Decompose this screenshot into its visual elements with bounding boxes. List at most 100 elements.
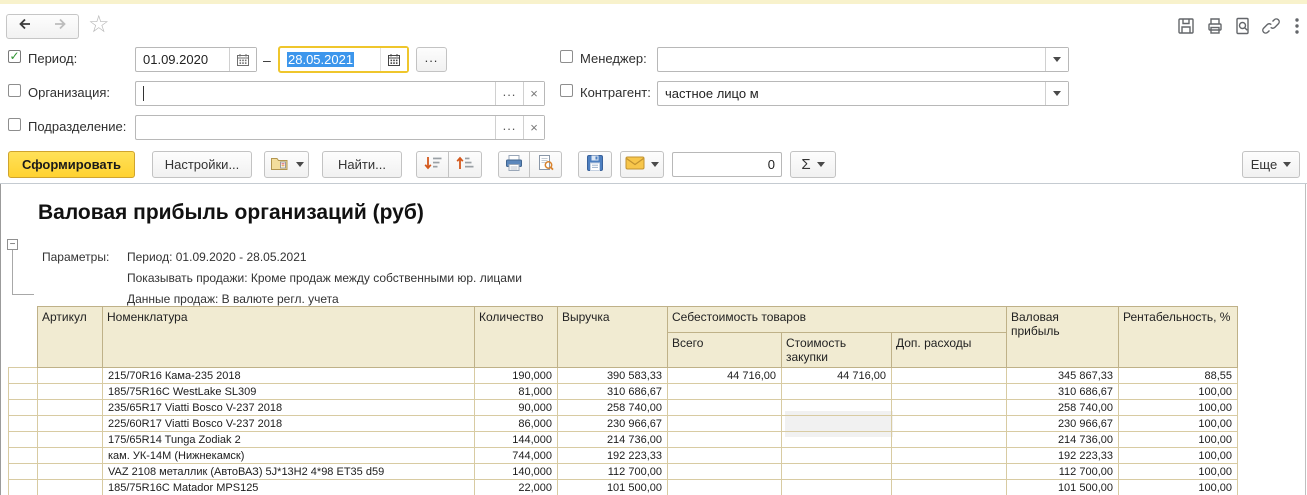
cell-lead[interactable] (9, 368, 38, 384)
calendar-icon[interactable] (229, 48, 256, 71)
cell-revenue[interactable]: 230 966,67 (558, 416, 668, 432)
print-button[interactable] (498, 151, 530, 178)
cell-articul[interactable] (38, 384, 103, 400)
cell-lead[interactable] (9, 400, 38, 416)
cell-profit[interactable]: 101 500,00 (1007, 480, 1119, 495)
cell-margin[interactable]: 100,00 (1119, 400, 1238, 416)
cell-revenue[interactable]: 258 740,00 (558, 400, 668, 416)
cell-cost-extra[interactable] (892, 448, 1007, 464)
cell-revenue[interactable]: 101 500,00 (558, 480, 668, 495)
choose-button[interactable]: ... (495, 116, 523, 139)
cell-lead[interactable] (9, 480, 38, 495)
email-button[interactable] (620, 151, 664, 178)
cell-revenue[interactable]: 390 583,33 (558, 368, 668, 384)
cell-margin[interactable]: 100,00 (1119, 480, 1238, 495)
cell-articul[interactable] (38, 464, 103, 480)
period-to-value[interactable]: 28.05.2021 (287, 52, 354, 67)
cell-nomenclature[interactable]: 185/75R16C Matador MPS125 (103, 480, 475, 495)
cell-qty[interactable]: 22,000 (475, 480, 558, 495)
header-revenue[interactable]: Выручка (558, 307, 668, 368)
manager-value[interactable] (658, 48, 1045, 71)
cell-nomenclature[interactable]: 185/75R16C WestLake SL309 (103, 384, 475, 400)
cell-cost-purchase[interactable] (782, 480, 892, 495)
settings-button[interactable]: Настройки... (152, 151, 252, 178)
cell-articul[interactable] (38, 432, 103, 448)
header-cost-extra[interactable]: Доп. расходы (892, 333, 1007, 368)
header-quantity[interactable]: Количество (475, 307, 558, 368)
cell-cost-total[interactable] (668, 432, 782, 448)
find-button[interactable]: Найти... (322, 151, 402, 178)
counterparty-checkbox[interactable] (560, 84, 573, 97)
cell-nomenclature[interactable]: VAZ 2108 металлик (АвтоВАЗ) 5J*13H2 4*98… (103, 464, 475, 480)
organization-checkbox[interactable] (8, 84, 21, 97)
cell-profit[interactable]: 214 736,00 (1007, 432, 1119, 448)
header-cost-group[interactable]: Себестоимость товаров (668, 307, 1007, 333)
save-icon[interactable] (1175, 15, 1197, 37)
cell-margin[interactable]: 100,00 (1119, 448, 1238, 464)
cell-articul[interactable] (38, 416, 103, 432)
cell-revenue[interactable]: 214 736,00 (558, 432, 668, 448)
cell-cost-extra[interactable] (892, 432, 1007, 448)
clear-icon[interactable]: × (523, 116, 544, 139)
cell-revenue[interactable]: 310 686,67 (558, 384, 668, 400)
cell-cost-extra[interactable] (892, 480, 1007, 495)
period-checkbox[interactable]: ✓ (8, 50, 21, 63)
collapse-group-button[interactable]: − (7, 239, 18, 250)
organization-value[interactable] (136, 82, 495, 105)
cell-profit[interactable]: 112 700,00 (1007, 464, 1119, 480)
cell-articul[interactable] (38, 400, 103, 416)
report-variant-button[interactable] (264, 151, 309, 178)
cell-cost-total[interactable] (668, 464, 782, 480)
dropdown-arrow-icon[interactable] (1045, 48, 1068, 71)
cell-profit[interactable]: 230 966,67 (1007, 416, 1119, 432)
department-value[interactable] (136, 116, 495, 139)
cell-articul[interactable] (38, 368, 103, 384)
cell-profit[interactable]: 345 867,33 (1007, 368, 1119, 384)
cell-cost-purchase[interactable] (782, 400, 892, 416)
department-checkbox[interactable] (8, 118, 21, 131)
cell-qty[interactable]: 144,000 (475, 432, 558, 448)
cell-profit[interactable]: 310 686,67 (1007, 384, 1119, 400)
cell-cost-total[interactable] (668, 384, 782, 400)
department-field[interactable]: ... × (135, 115, 545, 140)
dropdown-arrow-icon[interactable] (1045, 82, 1068, 105)
cell-cost-total[interactable]: 44 716,00 (668, 368, 782, 384)
autosum-counter-field[interactable]: 0 (672, 152, 782, 177)
period-from-field[interactable]: 01.09.2020 (135, 47, 257, 72)
cell-margin[interactable]: 100,00 (1119, 416, 1238, 432)
cell-qty[interactable]: 744,000 (475, 448, 558, 464)
cell-lead[interactable] (9, 432, 38, 448)
organization-field[interactable]: ... × (135, 81, 545, 106)
cell-cost-purchase[interactable]: 44 716,00 (782, 368, 892, 384)
cell-cost-purchase[interactable] (782, 432, 892, 448)
cell-cost-purchase[interactable] (782, 416, 892, 432)
cell-profit[interactable]: 258 740,00 (1007, 400, 1119, 416)
period-from-value[interactable]: 01.09.2020 (136, 48, 229, 71)
period-to-field[interactable]: 28.05.2021 (278, 46, 409, 73)
cell-cost-purchase[interactable] (782, 448, 892, 464)
cell-cost-extra[interactable] (892, 416, 1007, 432)
header-gross-profit[interactable]: Валовая прибыль (1007, 307, 1119, 368)
cell-nomenclature[interactable]: 235/65R17 Viatti Bosco V-237 2018 (103, 400, 475, 416)
cell-nomenclature[interactable]: 215/70R16 Кама-235 2018 (103, 368, 475, 384)
header-articul[interactable]: Артикул (38, 307, 103, 368)
cell-cost-extra[interactable] (892, 400, 1007, 416)
save-result-button[interactable] (578, 151, 612, 178)
more-button[interactable]: Еще (1242, 151, 1300, 178)
cell-cost-purchase[interactable] (782, 384, 892, 400)
period-options-button[interactable]: ... (416, 47, 447, 72)
forward-button[interactable] (42, 14, 79, 39)
cell-lead[interactable] (9, 416, 38, 432)
cell-cost-extra[interactable] (892, 384, 1007, 400)
cell-articul[interactable] (38, 448, 103, 464)
cell-margin[interactable]: 100,00 (1119, 464, 1238, 480)
header-cost-total[interactable]: Всего (668, 333, 782, 368)
cell-cost-total[interactable] (668, 400, 782, 416)
clear-icon[interactable]: × (523, 82, 544, 105)
cell-qty[interactable]: 140,000 (475, 464, 558, 480)
calendar-icon[interactable] (380, 48, 407, 71)
favorites-star-icon[interactable]: ☆ (88, 12, 110, 38)
choose-button[interactable]: ... (495, 82, 523, 105)
sum-button[interactable]: Σ (790, 151, 836, 178)
header-margin[interactable]: Рентабельность, % (1119, 307, 1238, 368)
